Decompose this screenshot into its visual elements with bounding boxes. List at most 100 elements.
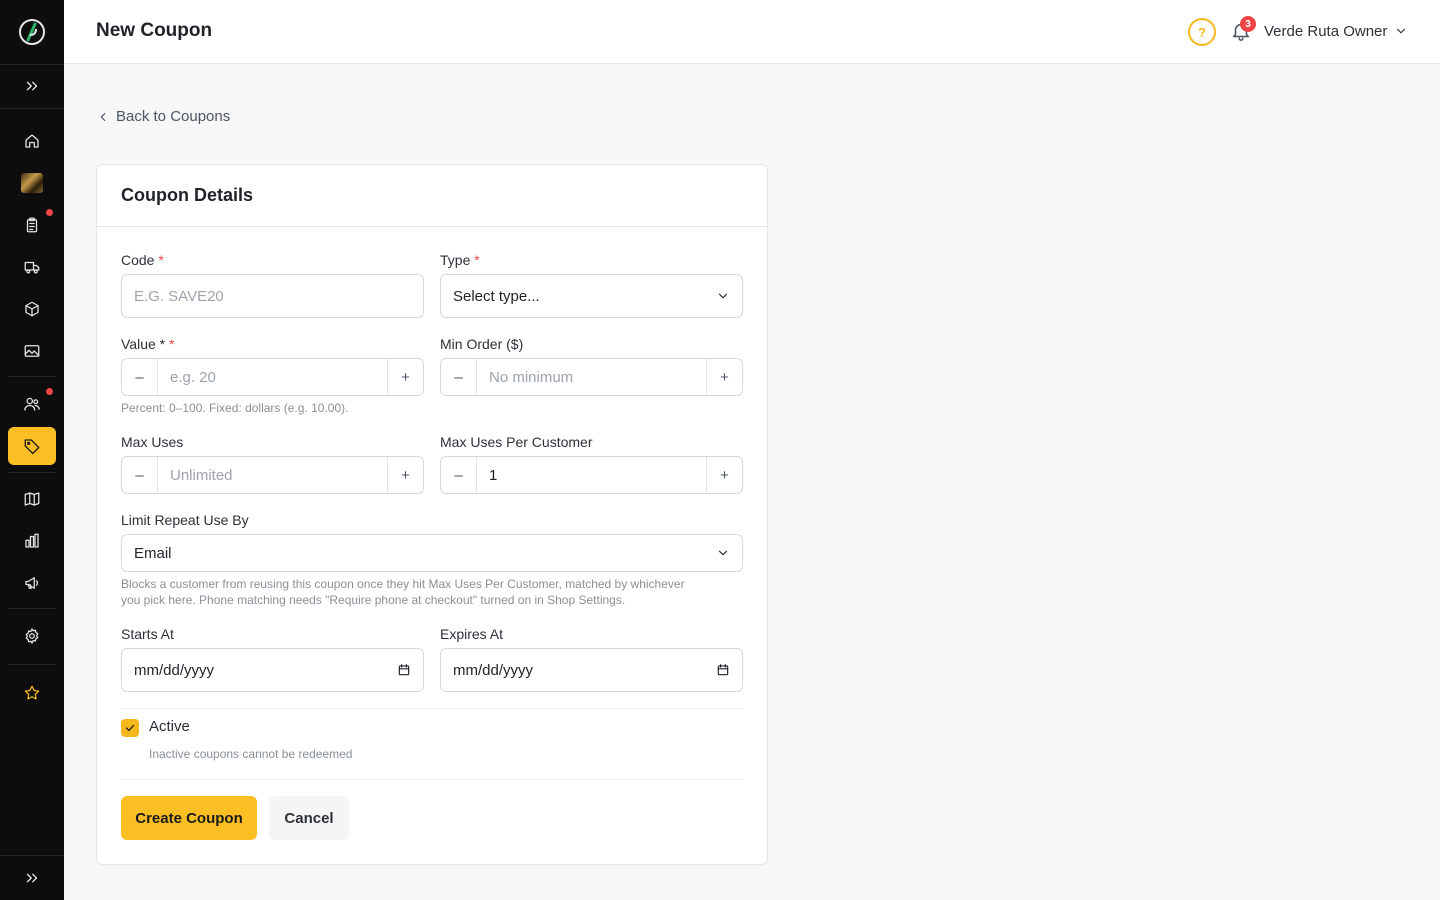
chevron-left-icon bbox=[100, 112, 106, 121]
max-uses-decrement-button[interactable]: – bbox=[122, 457, 158, 493]
value-increment-button[interactable]: + bbox=[387, 359, 423, 395]
star-icon bbox=[24, 685, 40, 700]
sidebar-divider bbox=[8, 608, 56, 609]
user-menu-toggle[interactable] bbox=[1394, 24, 1408, 38]
home-icon bbox=[25, 134, 39, 148]
sidebar-divider bbox=[0, 855, 64, 856]
value-label: Value * * bbox=[121, 336, 174, 352]
sidebar-item-media[interactable] bbox=[8, 332, 56, 370]
value-stepper: – e.g. 20 + bbox=[121, 358, 424, 396]
type-selected-value: Select type... bbox=[453, 287, 540, 305]
orders-icon bbox=[26, 217, 38, 233]
max-uses-input[interactable]: Unlimited bbox=[158, 467, 387, 484]
type-select[interactable]: Select type... bbox=[440, 274, 743, 318]
calendar-icon[interactable] bbox=[716, 663, 730, 677]
max-uses-per-customer-value: 1 bbox=[489, 466, 498, 484]
max-uses-placeholder: Unlimited bbox=[170, 466, 233, 484]
code-input[interactable]: E.G. SAVE20 bbox=[121, 274, 424, 318]
user-menu-name[interactable]: Verde Ruta Owner bbox=[1264, 23, 1387, 40]
delivery-truck-icon bbox=[24, 261, 40, 274]
limit-repeat-helper-line-1: Blocks a customer from reusing this coup… bbox=[121, 577, 685, 591]
sidebar-item-delivery[interactable] bbox=[8, 248, 56, 286]
back-link-label: Back to Coupons bbox=[116, 108, 231, 125]
back-to-coupons-link[interactable]: Back to Coupons bbox=[96, 108, 230, 125]
starts-at-placeholder: mm/dd/yyyy bbox=[134, 661, 215, 679]
coupon-details-card: Coupon Details Code * E.G. SAVE20 Type *… bbox=[96, 164, 768, 865]
expires-at-label: Expires At bbox=[440, 626, 504, 642]
limit-repeat-label: Limit Repeat Use By bbox=[121, 512, 249, 528]
chevron-down-icon bbox=[1396, 28, 1406, 34]
code-label: Code * bbox=[121, 252, 164, 268]
sidebar-item-coupons[interactable] bbox=[8, 427, 56, 465]
sidebar-collapse-button[interactable] bbox=[8, 859, 56, 897]
logo-icon bbox=[19, 19, 45, 45]
min-order-decrement-button[interactable]: – bbox=[441, 359, 477, 395]
create-coupon-button[interactable]: Create Coupon bbox=[121, 796, 257, 840]
tag-icon bbox=[24, 439, 40, 455]
sidebar-expand-button[interactable] bbox=[8, 67, 56, 105]
min-order-input[interactable]: No minimum bbox=[477, 369, 706, 386]
min-order-placeholder: No minimum bbox=[489, 368, 574, 386]
sidebar-divider bbox=[8, 376, 56, 377]
card-title: Coupon Details bbox=[121, 185, 254, 205]
sidebar-item-marketing[interactable] bbox=[8, 564, 56, 602]
box-icon bbox=[25, 301, 39, 317]
brand-logo[interactable] bbox=[0, 0, 64, 64]
max-uses-per-customer-input[interactable]: 1 bbox=[477, 467, 706, 484]
expires-at-placeholder: mm/dd/yyyy bbox=[453, 661, 534, 679]
sidebar-divider bbox=[0, 64, 64, 65]
sidebar-item-guide[interactable] bbox=[8, 480, 56, 518]
card-header: Coupon Details bbox=[97, 165, 767, 227]
calendar-icon[interactable] bbox=[397, 663, 411, 677]
sidebar-divider bbox=[8, 472, 56, 473]
store-thumbnail bbox=[21, 173, 43, 193]
gear-icon bbox=[25, 628, 39, 644]
top-header: New Coupon ? 3 Verde Ruta Owner bbox=[64, 0, 1440, 64]
chevrons-right-icon bbox=[26, 873, 38, 883]
max-uses-stepper: – Unlimited + bbox=[121, 456, 424, 494]
active-checkbox[interactable] bbox=[121, 719, 139, 737]
sidebar-item-settings[interactable] bbox=[8, 617, 56, 655]
sidebar-item-products[interactable] bbox=[8, 290, 56, 328]
image-icon bbox=[24, 345, 40, 357]
max-uses-per-customer-increment-button[interactable]: + bbox=[706, 457, 742, 493]
active-helper-text: Inactive coupons cannot be redeemed bbox=[149, 747, 353, 761]
type-label-text: Type bbox=[440, 252, 471, 268]
value-label-text: Value * bbox=[121, 336, 166, 352]
value-decrement-button[interactable]: – bbox=[122, 359, 158, 395]
page-title: New Coupon bbox=[96, 20, 213, 41]
cancel-button[interactable]: Cancel bbox=[269, 796, 349, 840]
sidebar-item-favorites[interactable] bbox=[8, 674, 56, 712]
chevron-down-icon bbox=[718, 550, 728, 556]
expires-at-date-input[interactable]: mm/dd/yyyy bbox=[440, 648, 743, 692]
min-order-label: Min Order ($) bbox=[440, 336, 524, 352]
sidebar-item-analytics[interactable] bbox=[8, 522, 56, 560]
max-uses-per-customer-decrement-button[interactable]: – bbox=[441, 457, 477, 493]
code-placeholder: E.G. SAVE20 bbox=[134, 287, 224, 305]
limit-repeat-select[interactable]: Email bbox=[121, 534, 743, 572]
max-uses-per-customer-stepper: – 1 + bbox=[440, 456, 743, 494]
sidebar-item-store[interactable] bbox=[8, 164, 56, 202]
megaphone-icon bbox=[25, 577, 38, 589]
customers-icon bbox=[24, 397, 40, 411]
limit-repeat-selected-value: Email bbox=[134, 544, 172, 562]
limit-repeat-helper-line-2: you pick here. Phone matching needs "Req… bbox=[121, 593, 626, 607]
min-order-increment-button[interactable]: + bbox=[706, 359, 742, 395]
help-icon[interactable]: ? bbox=[1188, 18, 1216, 46]
starts-at-date-input[interactable]: mm/dd/yyyy bbox=[121, 648, 424, 692]
max-uses-increment-button[interactable]: + bbox=[387, 457, 423, 493]
notification-dot bbox=[46, 388, 53, 395]
notification-badge: 3 bbox=[1240, 16, 1256, 32]
min-order-stepper: – No minimum + bbox=[440, 358, 743, 396]
chevrons-right-icon bbox=[26, 81, 38, 91]
section-divider bbox=[121, 708, 743, 709]
sidebar bbox=[0, 0, 64, 900]
code-label-text: Code bbox=[121, 252, 155, 268]
type-label: Type * bbox=[440, 252, 480, 268]
sidebar-item-orders[interactable] bbox=[8, 206, 56, 244]
value-input[interactable]: e.g. 20 bbox=[158, 369, 387, 386]
section-divider bbox=[121, 779, 743, 780]
sidebar-item-home[interactable] bbox=[8, 122, 56, 160]
sidebar-item-customers[interactable] bbox=[8, 385, 56, 423]
active-label[interactable]: Active bbox=[149, 718, 190, 735]
